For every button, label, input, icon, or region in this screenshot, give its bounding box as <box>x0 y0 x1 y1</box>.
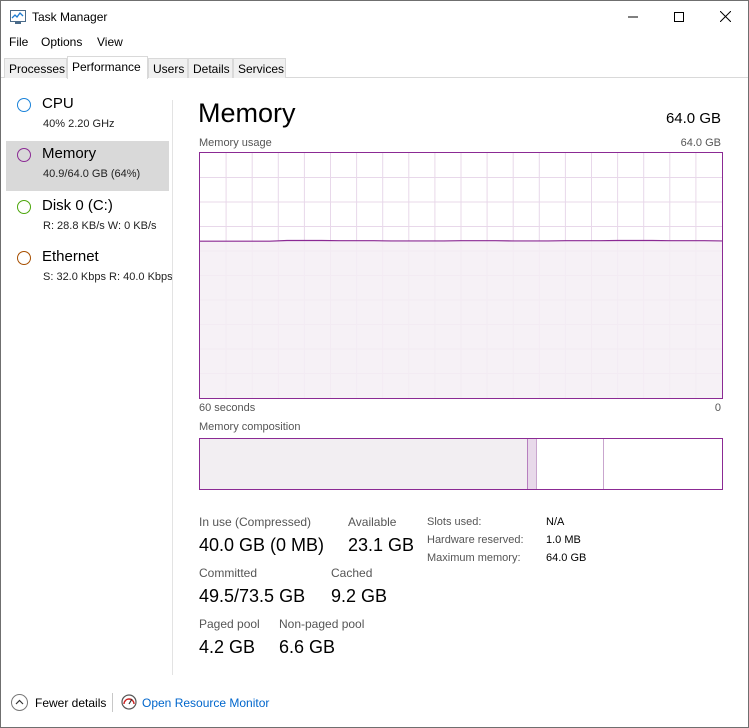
task-manager-app-icon <box>10 10 26 24</box>
ethernet-indicator-icon <box>17 251 31 265</box>
maximum-memory-label: Maximum memory: <box>427 552 521 564</box>
panel-divider <box>172 100 173 675</box>
open-resource-monitor-link[interactable]: Open Resource Monitor <box>142 696 269 710</box>
memory-usage-chart <box>200 153 722 398</box>
fewer-details-button[interactable]: Fewer details <box>35 696 106 710</box>
minimize-button[interactable] <box>610 1 656 32</box>
memory-composition-bar <box>199 438 723 490</box>
close-icon <box>719 11 731 22</box>
resource-list: CPU 40% 2.20 GHz Memory 40.9/64.0 GB (64… <box>1 79 173 675</box>
composition-standby <box>536 439 603 489</box>
hardware-reserved-label: Hardware reserved: <box>427 534 524 546</box>
close-button[interactable] <box>702 1 748 32</box>
composition-label: Memory composition <box>199 421 301 433</box>
slots-used-value: N/A <box>546 516 565 528</box>
resource-subtitle: 40% 2.20 GHz <box>43 118 115 130</box>
resource-ethernet[interactable]: Ethernet S: 32.0 Kbps R: 40.0 Kbps <box>6 244 173 294</box>
available-value: 23.1 GB <box>348 535 415 555</box>
usage-graph-max: 64.0 GB <box>680 137 721 149</box>
footer-bar: Fewer details Open Resource Monitor <box>1 689 748 717</box>
tab-services[interactable]: Services <box>233 58 286 78</box>
resource-title: Memory <box>42 145 97 162</box>
available-label: Available <box>348 515 397 529</box>
window-title: Task Manager <box>32 10 108 24</box>
memory-indicator-icon <box>17 148 31 162</box>
resource-subtitle: S: 32.0 Kbps R: 40.0 Kbps <box>43 271 173 283</box>
nonpaged-pool-value: 6.6 GB <box>279 637 336 657</box>
graph-time-left: 60 seconds <box>199 402 256 414</box>
resource-title: Disk 0 (C:) <box>42 197 113 214</box>
in-use-label: In use (Compressed) <box>199 515 312 529</box>
composition-free <box>602 439 722 489</box>
resource-monitor-icon <box>121 694 137 710</box>
menu-options[interactable]: Options <box>41 35 82 49</box>
tab-performance[interactable]: Performance <box>67 56 148 79</box>
memory-usage-graph <box>199 152 723 399</box>
title-bar: Task Manager <box>1 1 748 32</box>
cpu-indicator-icon <box>17 98 31 112</box>
resource-memory[interactable]: Memory 40.9/64.0 GB (64%) <box>6 141 169 191</box>
resource-cpu[interactable]: CPU 40% 2.20 GHz <box>6 91 169 141</box>
task-manager-window: Task Manager File Options View Processes… <box>0 0 749 728</box>
menu-view[interactable]: View <box>97 35 123 49</box>
tab-users[interactable]: Users <box>148 58 188 78</box>
resource-title: CPU <box>42 95 74 112</box>
maximize-button[interactable] <box>656 1 702 32</box>
slots-used-label: Slots used: <box>427 516 482 528</box>
graph-time-right: 0 <box>714 402 721 414</box>
tab-strip: Processes Performance Users Details Serv… <box>1 56 748 79</box>
cached-label: Cached <box>331 566 373 580</box>
composition-modified <box>527 439 537 489</box>
hardware-reserved-value: 1.0 MB <box>546 534 581 546</box>
maximum-memory-value: 64.0 GB <box>546 552 587 564</box>
footer-divider <box>112 693 113 712</box>
menu-file[interactable]: File <box>9 35 28 49</box>
chevron-up-icon[interactable] <box>11 694 28 711</box>
resource-subtitle: 40.9/64.0 GB (64%) <box>43 168 141 180</box>
paged-pool-value: 4.2 GB <box>199 637 256 657</box>
tab-details[interactable]: Details <box>188 58 233 78</box>
resource-title: Ethernet <box>42 248 99 265</box>
in-use-value: 40.0 GB (0 MB) <box>199 535 325 555</box>
minimize-icon <box>628 16 638 17</box>
cached-value: 9.2 GB <box>331 586 388 606</box>
resource-disk[interactable]: Disk 0 (C:) R: 28.8 KB/s W: 0 KB/s <box>6 193 169 243</box>
committed-label: Committed <box>199 566 258 580</box>
usage-graph-label: Memory usage <box>199 137 272 149</box>
disk-indicator-icon <box>17 200 31 214</box>
usage-area <box>200 240 722 398</box>
paged-pool-label: Paged pool <box>199 617 260 631</box>
menu-bar: File Options View <box>1 32 748 52</box>
total-capacity: 64.0 GB <box>665 110 721 127</box>
maximize-icon <box>674 11 684 22</box>
composition-in-use <box>200 439 528 489</box>
resource-subtitle: R: 28.8 KB/s W: 0 KB/s <box>43 220 157 232</box>
committed-value: 49.5/73.5 GB <box>199 586 306 606</box>
page-title: Memory <box>198 98 296 128</box>
tab-processes[interactable]: Processes <box>4 58 67 78</box>
nonpaged-pool-label: Non-paged pool <box>279 617 365 631</box>
